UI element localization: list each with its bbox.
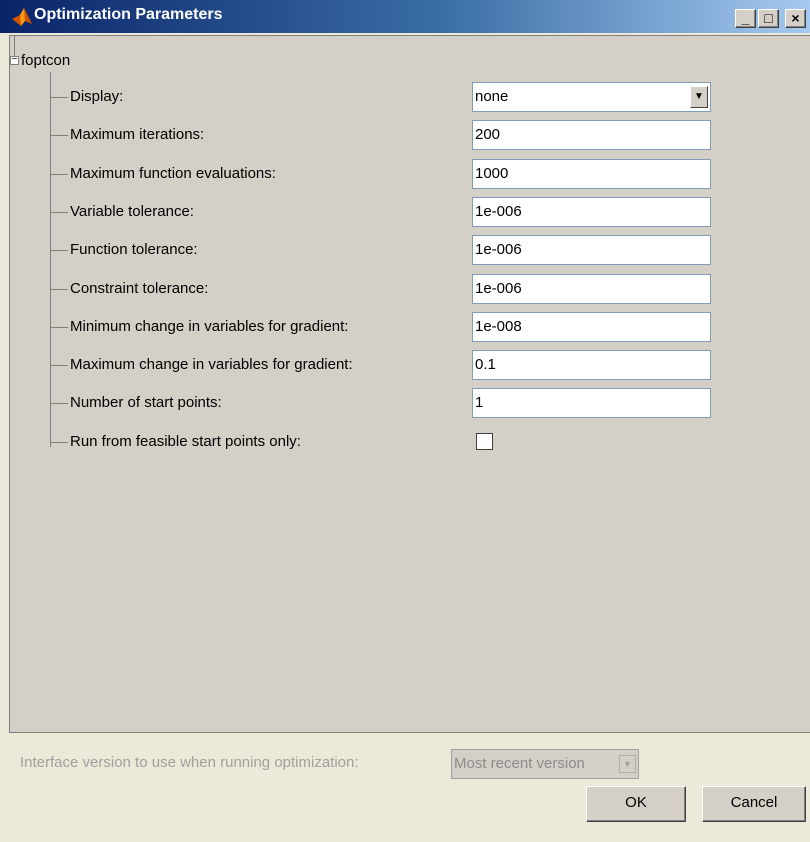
tree-connector [50,212,68,213]
tree-connector [50,442,68,443]
tree-connector [50,174,68,175]
options-tree-panel: − foptcon Display: none ▼ Maximum iteration… [9,35,810,733]
interface-version-select[interactable]: Most recent version ▼ [451,749,639,779]
param-input[interactable]: 0.1 [472,350,711,380]
tree-root-foptcon: foptcon [21,52,71,69]
param-label: Run from feasible start points only: [70,433,301,450]
tree-line-top [14,36,15,56]
param-label: Constraint tolerance: [70,280,209,297]
minimize-button[interactable]: _ [735,9,756,28]
param-input[interactable]: 1000 [472,159,711,189]
tree-connector [50,365,68,366]
tree-connector [50,327,68,328]
display-select[interactable]: none ▼ [472,82,711,112]
cancel-button[interactable]: Cancel [702,786,806,822]
tree-connector [50,403,68,404]
param-label: Minimum change in variables for gradient… [70,318,349,335]
tree-connector [50,97,68,98]
param-input[interactable]: 1 [472,388,711,418]
window-title: Optimization Parameters [34,6,223,23]
param-label: Number of start points: [70,394,222,411]
maximize-button[interactable]: □ [758,9,779,28]
param-label: Function tolerance: [70,241,198,258]
param-label: Variable tolerance: [70,203,194,220]
param-label: Maximum change in variables for gradient… [70,356,353,373]
matlab-logo-icon [12,8,32,26]
param-label: Display: [70,88,124,105]
chevron-down-icon[interactable]: ▼ [690,86,708,108]
tree-collapse-icon[interactable]: − [10,55,19,65]
param-label: Maximum function evaluations: [70,165,276,182]
title-bar: Optimization Parameters _ □ × [0,0,810,33]
param-input[interactable]: 1e-006 [472,235,711,265]
display-select-value: none [475,88,509,105]
ok-button[interactable]: OK [586,786,686,822]
tree-connector [50,135,68,136]
param-input[interactable]: 1e-008 [472,312,711,342]
param-input[interactable]: 1e-006 [472,274,711,304]
param-input[interactable]: 1e-006 [472,197,711,227]
interface-version-label: Interface version to use when running op… [20,754,359,771]
interface-version-value: Most recent version [454,755,585,772]
feasible-start-checkbox[interactable] [476,433,493,450]
close-button[interactable]: × [785,9,806,28]
tree-line-trunk [50,72,51,447]
tree-connector [50,289,68,290]
param-input[interactable]: 200 [472,120,711,150]
param-label: Maximum iterations: [70,126,205,143]
tree-connector [50,250,68,251]
chevron-down-icon: ▼ [619,755,636,773]
